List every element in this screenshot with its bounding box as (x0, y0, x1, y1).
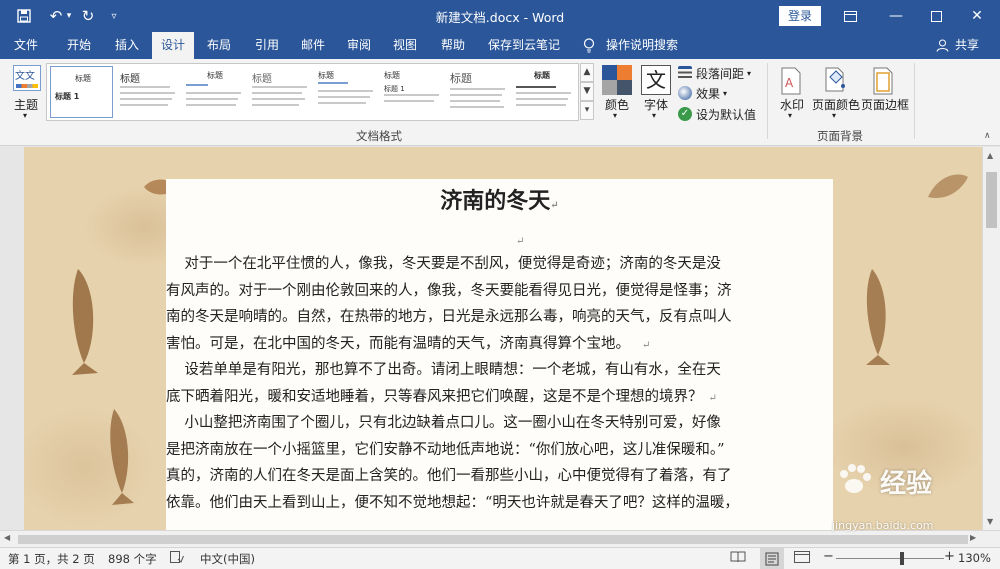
tab-mailings[interactable]: 邮件 (292, 32, 334, 59)
zoom-out-icon[interactable]: − (823, 549, 834, 564)
web-layout-icon[interactable] (794, 551, 810, 568)
set-default-button[interactable]: ✓ 设为默认值 (678, 105, 756, 123)
style-thumb-1[interactable]: 标题 标题 1 (50, 66, 113, 118)
style-gallery: 标题 标题 1 标题 标题 标题 标题 标题 标题 1 标题 标题 (46, 63, 579, 121)
title-bar: ↶ ▾ ↻ ▿ 新建文档.docx - Word 登录 — ✕ (0, 0, 1000, 32)
fish-decoration-icon (72, 269, 98, 375)
paragraph-line: 依靠。他们由天上看到山上，便不知不觉地想起：“明天也许就是春天了吧？这样的温暖， (166, 494, 739, 511)
doc-format-group-label: 文档格式 (356, 129, 402, 143)
fonts-button[interactable]: 文 (641, 65, 671, 95)
tab-view[interactable]: 视图 (384, 32, 426, 59)
word-count[interactable]: 898 个字 (108, 551, 157, 567)
ribbon-tabs: 文件 开始 插入 设计 布局 引用 邮件 审阅 视图 帮助 保存到云笔记 操作说… (0, 32, 1000, 59)
collapse-ribbon-icon[interactable]: ∧ (984, 131, 991, 141)
page-border-button[interactable] (872, 67, 894, 95)
watermark-text: 经验 (880, 469, 933, 499)
fish-decoration-icon (866, 269, 890, 365)
status-bar: 第 1 页，共 2 页 898 个字 中文(中国) − + 130% (0, 547, 1000, 569)
paragraph-line: 底下晒着阳光，暖和安适地睡着，只等春风来把它们唤醒，这是不是个理想的境界？ ↵ (166, 388, 717, 405)
scroll-down-icon[interactable]: ▼ (987, 517, 993, 526)
print-layout-icon[interactable] (760, 548, 784, 569)
chevron-down-icon: ▾ (23, 111, 28, 120)
tab-review[interactable]: 审阅 (338, 32, 380, 59)
paragraph-line: 小山整把济南围了个圈儿，只有北边缺着点口儿。这一圈小山在冬天特别可爱，好像 (166, 415, 721, 431)
close-icon[interactable]: ✕ (954, 0, 1000, 32)
watermark-button[interactable]: A (780, 67, 802, 95)
vertical-scrollbar[interactable]: ▲ ▼ (982, 147, 1000, 530)
colors-button[interactable] (602, 65, 632, 95)
tab-design[interactable]: 设计 (152, 32, 194, 59)
paragraph-line: 对于一个在北平住惯的人，像我，冬天要是不刮风，便觉得是奇迹；济南的冬天是没 (166, 256, 721, 272)
style-thumb-4[interactable]: 标题 (248, 66, 311, 118)
ribbon-display-icon[interactable] (827, 0, 873, 32)
watermark-dropdown-icon: ▾ (788, 111, 793, 120)
page-count[interactable]: 第 1 页，共 2 页 (8, 551, 95, 567)
ribbon-panel: 文文 主题 ▾ 标题 标题 1 标题 标题 标题 标题 标题 标题 1 标题 标… (0, 59, 1000, 146)
style-thumb-2[interactable]: 标题 (116, 66, 179, 118)
tab-save-cloud-note[interactable]: 保存到云笔记 (482, 32, 566, 59)
page-color-button[interactable] (822, 67, 848, 95)
paragraph-line: 真的，济南的人们在冬天是面上含笑的。他们一看那些小山，心中便觉得有了着落，有了 (166, 468, 732, 484)
fish-decoration-icon (928, 174, 968, 199)
login-button[interactable]: 登录 (779, 6, 821, 26)
share-button[interactable]: 共享 (952, 32, 982, 59)
paragraph-line: 有风声的。对于一个刚由伦敦回来的人，像我，冬天要能看得见日光，便觉得是怪事；济 (166, 282, 732, 299)
fonts-dropdown-icon: ▾ (652, 111, 657, 120)
style-thumb-7[interactable]: 标题 (446, 66, 509, 118)
style-thumb-8[interactable]: 标题 (512, 66, 575, 118)
page-color-dropdown-icon: ▾ (832, 111, 837, 120)
tell-me-search[interactable]: 操作说明搜索 (602, 32, 682, 59)
lightbulb-icon (578, 32, 600, 59)
tab-layout[interactable]: 布局 (198, 32, 240, 59)
theme-icon: 文文 (15, 71, 35, 82)
vertical-scroll-thumb[interactable] (986, 172, 997, 228)
paragraph-spacing-button[interactable]: 段落间距 ▾ (678, 64, 751, 82)
style-thumb-6[interactable]: 标题 标题 1 (380, 66, 443, 118)
gallery-up-icon[interactable]: ▲ (580, 63, 594, 82)
effects-button[interactable]: 效果 ▾ (678, 84, 727, 102)
svg-text:A: A (785, 76, 794, 90)
user-icon[interactable] (934, 32, 950, 59)
zoom-slider[interactable] (836, 552, 944, 565)
document-page[interactable]: 济南的冬天↵ ↵ 对于一个在北平住惯的人，像我，冬天要是不刮风，便觉得是奇迹；济… (166, 179, 833, 530)
style-thumb-5[interactable]: 标题 (314, 66, 377, 118)
tab-help[interactable]: 帮助 (432, 32, 474, 59)
style-thumb-3[interactable]: 标题 (182, 66, 245, 118)
paw-logo-icon (840, 464, 871, 493)
tab-file[interactable]: 文件 (6, 32, 46, 59)
horizontal-scroll-thumb[interactable] (18, 535, 968, 544)
checkmark-icon: ✓ (678, 107, 692, 121)
document-title: 济南的冬天↵ (440, 188, 559, 214)
paragraph-spacing-icon (678, 66, 692, 80)
page-border-label: 页面边框 (861, 98, 910, 112)
gallery-down-icon[interactable]: ▼ (580, 82, 594, 101)
maximize-icon[interactable] (913, 0, 959, 32)
read-mode-icon[interactable] (730, 551, 746, 566)
zoom-slider-thumb[interactable] (900, 552, 905, 565)
zoom-in-icon[interactable]: + (944, 549, 955, 564)
gallery-more-icon[interactable]: ▾ (580, 101, 594, 120)
effects-icon (678, 86, 692, 100)
paragraph-line: 是把济南放在一个小摇篮里，它们安静不动地低声地说：“你们放心吧，这儿准保暖和。” (166, 441, 725, 458)
tab-home[interactable]: 开始 (56, 32, 102, 59)
site-watermark: 经验 jingyan.baidu.com (830, 455, 980, 545)
theme-button[interactable]: 文文 (13, 65, 41, 91)
fish-decoration-icon (110, 409, 134, 505)
tab-insert[interactable]: 插入 (104, 32, 150, 59)
tab-references[interactable]: 引用 (246, 32, 288, 59)
scroll-up-icon[interactable]: ▲ (987, 151, 993, 160)
page-bg-group-label: 页面背景 (817, 129, 863, 143)
zoom-level[interactable]: 130% (958, 551, 991, 565)
scroll-left-icon[interactable]: ◀ (4, 533, 10, 542)
theme-swatch (16, 84, 38, 88)
paragraph-line: 设若单单是有阳光，那也算不了出奇。请闭上眼睛想：一个老城，有山有水，全在天 (166, 362, 721, 378)
colors-dropdown-icon: ▾ (613, 111, 618, 120)
proofing-icon[interactable] (170, 551, 184, 566)
paragraph-line: 害怕。可是，在北中国的冬天，而能有温晴的天气，济南真得算个宝地。 ↵ (166, 335, 651, 352)
watermark-url: jingyan.baidu.com (832, 519, 934, 532)
language-indicator[interactable]: 中文(中国) (200, 551, 255, 567)
paragraph-line: 南的冬天是响晴的。自然，在热带的地方，日光是永远那么毒，响亮的天气，反有点叫人 (166, 309, 732, 325)
